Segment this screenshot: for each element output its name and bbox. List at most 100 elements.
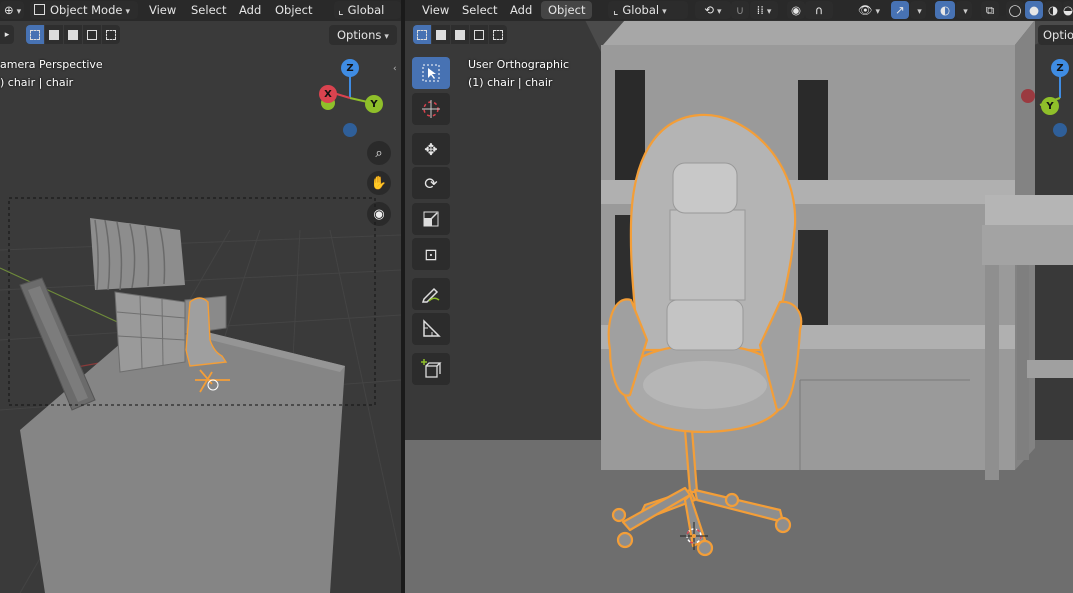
hand-pan-icon[interactable]: ✋	[367, 171, 391, 195]
camera-icon[interactable]: ◉	[367, 202, 391, 226]
select-subtract-icon	[68, 29, 78, 40]
left-select-modes	[26, 25, 120, 44]
editor-type-button[interactable]: ⊕ ▾	[0, 1, 24, 19]
gizmo-toggle-button[interactable]: ↗	[891, 1, 909, 19]
view-name: User Orthographic	[468, 58, 570, 71]
pivot-point-dropdown[interactable]: ⟲ ▾	[695, 1, 731, 19]
menu-select[interactable]: Select	[184, 1, 233, 19]
gizmo-z-axis[interactable]: Z	[1051, 59, 1069, 77]
select-subtract-button[interactable]	[451, 25, 469, 44]
menu-view[interactable]: View	[142, 1, 183, 19]
select-subtract-button[interactable]	[64, 25, 82, 44]
snap-target-dropdown[interactable]: ⁞⁞ ▾	[750, 1, 778, 19]
select-box-icon	[422, 64, 440, 82]
select-new-icon	[30, 29, 40, 40]
object-info: ) chair | chair	[0, 76, 74, 89]
snap-toggle-button[interactable]: ∪	[731, 1, 749, 19]
gizmo-icon: ↗	[895, 3, 905, 17]
right-select-modes	[413, 25, 507, 44]
select-extend-button[interactable]	[45, 25, 63, 44]
mode-dropdown[interactable]: Object Mode ▾	[30, 1, 138, 19]
options-label: Optio	[1043, 28, 1073, 42]
gizmo-x-axis[interactable]: X	[319, 85, 337, 103]
select-invert-button[interactable]	[470, 25, 488, 44]
select-subtract-icon	[455, 29, 465, 40]
select-extend-button[interactable]	[432, 25, 450, 44]
shading-wireframe-button[interactable]: ◯	[1006, 1, 1024, 19]
overlays-icon: ◐	[939, 3, 951, 17]
gizmo-dropdown[interactable]: ▾	[910, 1, 926, 19]
orientation-dropdown[interactable]: ⌞ Global ▾	[608, 1, 688, 19]
measure-tool[interactable]	[412, 313, 450, 345]
orientation-dropdown[interactable]: ⌞ Global	[334, 1, 401, 19]
falloff-icon: ∩	[814, 3, 824, 17]
select-new-button[interactable]	[413, 25, 431, 44]
rotate-tool[interactable]: ⟳	[412, 167, 450, 199]
rotate-icon: ⟳	[424, 173, 438, 193]
add-cube-tool[interactable]	[412, 353, 450, 385]
gizmo-y-axis[interactable]: Y	[1041, 97, 1059, 115]
visibility-dropdown[interactable]: 👁 ▾	[853, 1, 885, 19]
eye-icon: 👁	[857, 3, 873, 17]
gizmo-y-axis[interactable]: Y	[365, 95, 383, 113]
left-viewport[interactable]: ⊕ ▾ Object Mode ▾ View Select Add Object ⌞…	[0, 0, 401, 593]
select-intersect-button[interactable]	[489, 25, 507, 44]
chevron-down-icon: ▾	[963, 7, 968, 17]
object-mode-icon	[34, 4, 45, 15]
wireframe-sphere-icon: ◯	[1008, 3, 1022, 17]
chevron-down-icon: ▾	[917, 7, 922, 17]
cursor-tool[interactable]	[412, 93, 450, 125]
add-cube-icon	[421, 359, 442, 378]
proportional-edit-icon: ◉	[790, 3, 802, 17]
solid-sphere-icon: ●	[1028, 3, 1040, 17]
move-tool[interactable]: ✥	[412, 133, 450, 165]
sidebar-toggle-icon[interactable]: ‹	[393, 64, 397, 74]
options-label: Options	[337, 28, 382, 42]
xray-toggle-button[interactable]: ⧉	[981, 1, 999, 19]
toolbar-toggle-button[interactable]: ▸	[0, 25, 14, 44]
shading-rendered-button[interactable]: ◒	[1063, 1, 1073, 19]
menu-add[interactable]: Add	[503, 1, 539, 19]
falloff-dropdown[interactable]: ∩	[805, 1, 833, 19]
select-invert-icon	[474, 29, 484, 40]
menu-object[interactable]: Object	[541, 1, 593, 19]
shading-solid-button[interactable]: ●	[1025, 1, 1043, 19]
transform-orientation-icon: ⌞	[613, 3, 619, 17]
overlays-toggle-button[interactable]: ◐	[935, 1, 955, 19]
transform-tool[interactable]: ⊡	[412, 238, 450, 270]
snap-grid-icon: ⁞⁞	[756, 3, 764, 17]
mode-label: Object Mode	[50, 3, 123, 17]
chevron-down-icon: ▾	[766, 7, 772, 17]
shading-material-button[interactable]: ◑	[1044, 1, 1062, 19]
scale-tool[interactable]	[412, 203, 450, 235]
menu-select[interactable]: Select	[455, 1, 504, 19]
view-name: amera Perspective	[0, 58, 103, 71]
right-viewport[interactable]: View Select Add Object ⌞ Global ▾ ⟲ ▾ ∪ ⁞⁞ ▾…	[405, 0, 1073, 593]
menu-object[interactable]: Object	[268, 1, 319, 19]
object-info: (1) chair | chair	[468, 76, 553, 89]
options-dropdown[interactable]: Options ▾	[329, 25, 397, 45]
select-box-tool[interactable]	[412, 57, 450, 89]
select-intersect-button[interactable]	[102, 25, 120, 44]
annotate-tool[interactable]	[412, 278, 450, 310]
select-new-button[interactable]	[26, 25, 44, 44]
zoom-icon[interactable]: ⌕	[367, 141, 391, 165]
chevron-down-icon: ▾	[717, 7, 722, 17]
pivot-icon: ⟲	[704, 3, 715, 17]
menu-view[interactable]: View	[415, 1, 456, 19]
options-dropdown[interactable]: Optio	[1038, 25, 1073, 45]
chevron-down-icon: ▾	[125, 7, 130, 17]
annotate-icon	[421, 287, 440, 303]
right-header: View Select Add Object ⌞ Global ▾ ⟲ ▾ ∪ ⁞⁞ ▾…	[405, 0, 1073, 21]
menu-add[interactable]: Add	[232, 1, 268, 19]
select-extend-icon	[49, 29, 59, 40]
magnet-icon: ∪	[735, 3, 745, 17]
proportional-edit-button[interactable]: ◉	[787, 1, 805, 19]
material-sphere-icon: ◑	[1047, 3, 1059, 17]
select-invert-button[interactable]	[83, 25, 101, 44]
left-header: ⊕ ▾ Object Mode ▾ View Select Add Object ⌞…	[0, 0, 401, 21]
chevron-down-icon: ▾	[384, 32, 389, 42]
orientation-label: Global	[347, 3, 385, 17]
overlays-dropdown[interactable]: ▾	[956, 1, 972, 19]
gizmo-z-axis[interactable]: Z	[341, 59, 359, 77]
